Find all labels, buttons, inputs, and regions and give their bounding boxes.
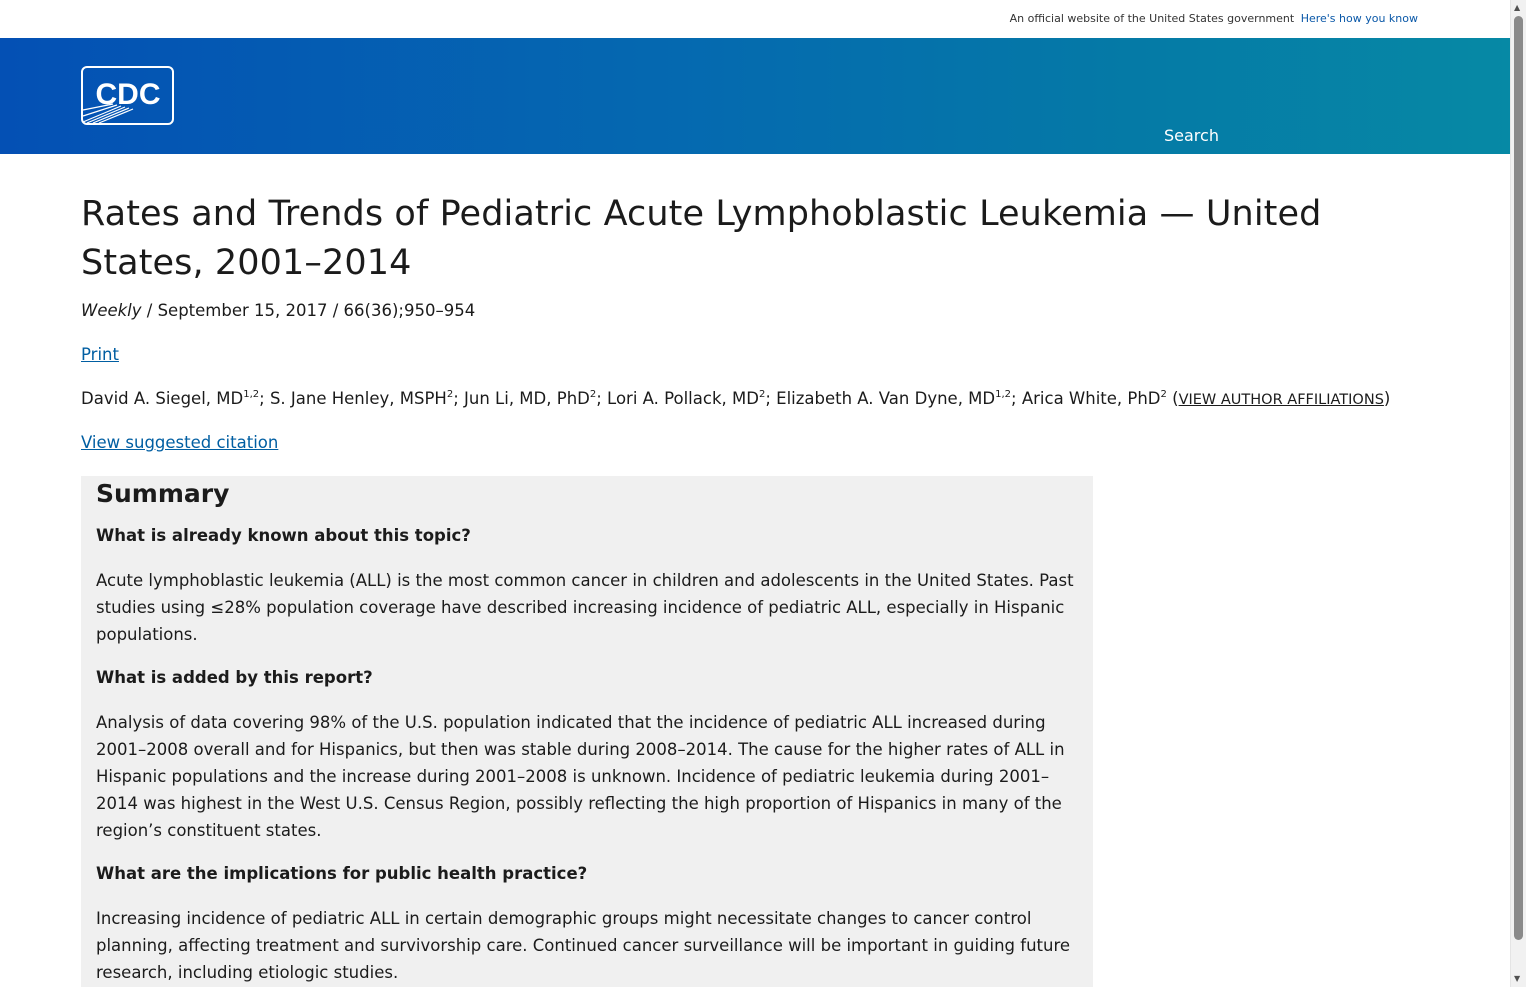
- view-suggested-citation-link[interactable]: View suggested citation: [81, 433, 278, 452]
- view-author-affiliations-link[interactable]: VIEW AUTHOR AFFILIATIONS: [1179, 392, 1384, 408]
- author-5: Arica White, PhD2: [1021, 389, 1167, 408]
- search-box: [1151, 118, 1422, 156]
- cdc-logo-icon: CDC: [81, 66, 174, 125]
- page: An official website of the United States…: [0, 0, 1510, 987]
- print-link[interactable]: Print: [81, 345, 119, 364]
- scroll-down-arrow-icon[interactable]: ▼: [1514, 975, 1520, 983]
- gov-banner-label: An official website of the United States…: [1009, 12, 1295, 25]
- author-0: David A. Siegel, MD1,2;: [81, 389, 270, 408]
- summary-answer-3: Increasing incidence of pediatric ALL in…: [96, 909, 1071, 982]
- summary-question-1: What is already known about this topic?: [96, 526, 471, 545]
- summary-box: Summary What is already known about this…: [81, 476, 1093, 987]
- author-3: Lori A. Pollack, MD2;: [607, 389, 777, 408]
- page-title: Rates and Trends of Pediatric Acute Lymp…: [81, 194, 1322, 283]
- author-4: Elizabeth A. Van Dyne, MD1,2;: [776, 389, 1022, 408]
- search-input[interactable]: [1151, 118, 1422, 152]
- site-header: CDC: [0, 38, 1510, 156]
- heres-how-you-know-link[interactable]: Here's how you know: [1301, 12, 1418, 25]
- summary-answer-2: Analysis of data covering 98% of the U.S…: [96, 713, 1065, 840]
- vertical-scrollbar[interactable]: ▲ ▼: [1510, 0, 1526, 987]
- author-2: Jun Li, MD, PhD2;: [464, 389, 608, 408]
- scrollbar-thumb[interactable]: [1514, 16, 1523, 940]
- cdc-logo[interactable]: CDC: [81, 66, 174, 125]
- summary-answer-1: Acute lymphoblastic leukemia (ALL) is th…: [96, 571, 1074, 644]
- scroll-up-arrow-icon[interactable]: ▲: [1514, 4, 1520, 12]
- summary-question-2: What is added by this report?: [96, 668, 373, 687]
- gov-banner-text: An official website of the United States…: [1010, 12, 1418, 25]
- gov-banner: An official website of the United States…: [0, 0, 1510, 38]
- article-meta: Weekly / September 15, 2017 / 66(36);950…: [81, 301, 475, 320]
- author-1: S. Jane Henley, MSPH2;: [269, 389, 465, 408]
- summary-heading: Summary: [96, 479, 230, 508]
- summary-question-3: What are the implications for public hea…: [96, 864, 588, 883]
- author-list: David A. Siegel, MD1,2; S. Jane Henley, …: [81, 389, 1391, 408]
- publication-date-volume: / September 15, 2017 / 66(36);950–954: [141, 301, 476, 320]
- publication-name: Weekly: [81, 301, 142, 320]
- cdc-logo-text: CDC: [96, 78, 161, 111]
